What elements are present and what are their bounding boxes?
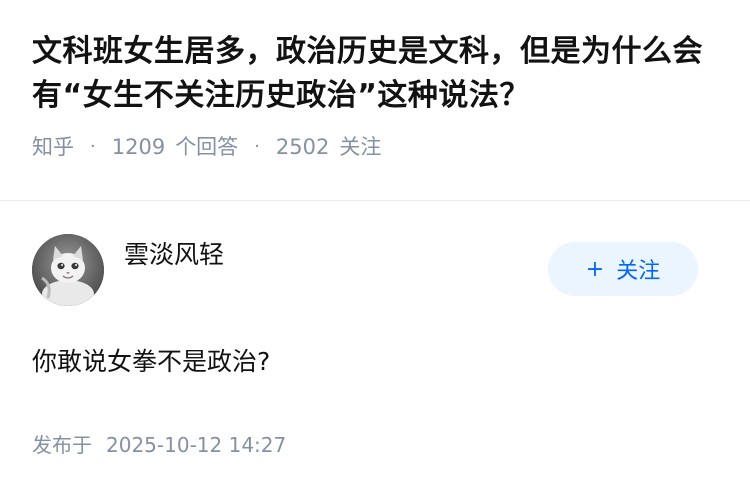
answer-count: 1209 — [111, 135, 166, 159]
author-row: 雲淡风轻 + 关注 — [32, 232, 718, 308]
answer-content[interactable]: 你敢说女拳不是政治? — [32, 342, 718, 382]
plus-icon: + — [585, 256, 605, 282]
meta-separator: · — [254, 136, 260, 157]
follower-count-label[interactable]: 关注 — [339, 132, 381, 162]
follow-button-label: 关注 — [616, 259, 661, 284]
avatar[interactable] — [32, 234, 104, 306]
source-label[interactable]: 知乎 — [32, 132, 74, 162]
question-header: 文科班女生居多，政治历史是文科，但是为什么会有“女生不关注历史政治”这种说法？ … — [0, 0, 750, 172]
follower-count: 2502 — [275, 135, 330, 159]
follow-button[interactable]: + 关注 — [548, 242, 698, 296]
published-label: 发布于 — [32, 433, 92, 457]
published-time: 2025-10-12 14:27 — [106, 433, 287, 457]
answer-count-label[interactable]: 个回答 — [175, 132, 238, 162]
publish-info: 发布于 2025-10-12 14:27 — [32, 430, 718, 460]
meta-separator: · — [90, 136, 96, 157]
question-title[interactable]: 文科班女生居多，政治历史是文科，但是为什么会有“女生不关注历史政治”这种说法？ — [32, 30, 718, 118]
cat-avatar-icon — [32, 234, 104, 306]
question-meta: 知乎 · 1209 个回答 · 2502 关注 — [32, 132, 718, 162]
answer-card: 雲淡风轻 + 关注 你敢说女拳不是政治? 发布于 2025-10-12 14:27 — [32, 232, 718, 460]
author-name[interactable]: 雲淡风轻 — [124, 237, 224, 273]
section-divider — [0, 200, 750, 201]
